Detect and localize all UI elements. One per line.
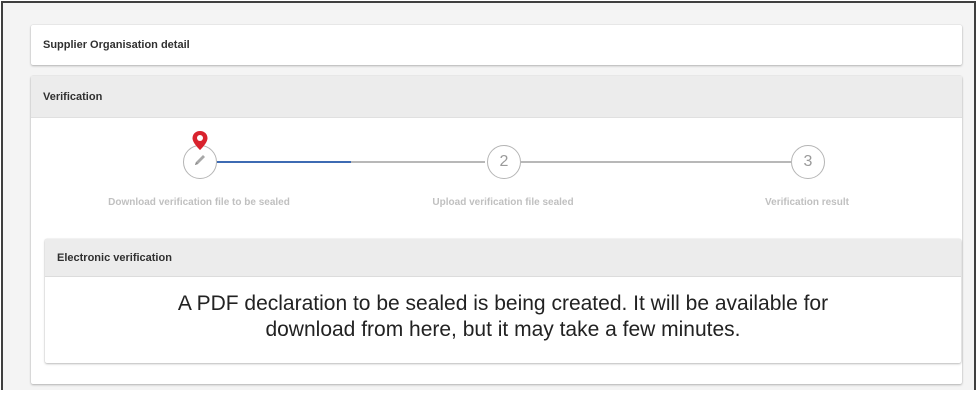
status-message: A PDF declaration to be sealed is being … — [177, 292, 829, 341]
map-pin-icon — [192, 131, 208, 156]
step-connector-active — [217, 161, 351, 163]
verification-header[interactable]: Verification — [31, 76, 962, 118]
step-3-number: 3 — [803, 153, 813, 170]
step-2-number: 2 — [499, 153, 509, 170]
step-3-circle[interactable]: 3 — [791, 145, 825, 179]
electronic-verification-header[interactable]: Electronic verification — [45, 239, 961, 277]
step-2-circle[interactable]: 2 — [487, 145, 521, 179]
step-3-label: Verification result — [765, 197, 849, 208]
supplier-organisation-panel[interactable]: Supplier Organisation detail — [31, 25, 962, 65]
step-2-label: Upload verification file sealed — [432, 197, 574, 208]
step-connector-2-3 — [521, 161, 791, 163]
page-frame: Supplier Organisation detail Verificatio… — [1, 1, 976, 390]
step-connector-1-2 — [351, 161, 485, 163]
step-1-label: Download verification file to be sealed — [108, 197, 290, 208]
electronic-verification-panel: Electronic verification A PDF declaratio… — [45, 239, 961, 363]
supplier-organisation-header[interactable]: Supplier Organisation detail — [31, 25, 962, 65]
